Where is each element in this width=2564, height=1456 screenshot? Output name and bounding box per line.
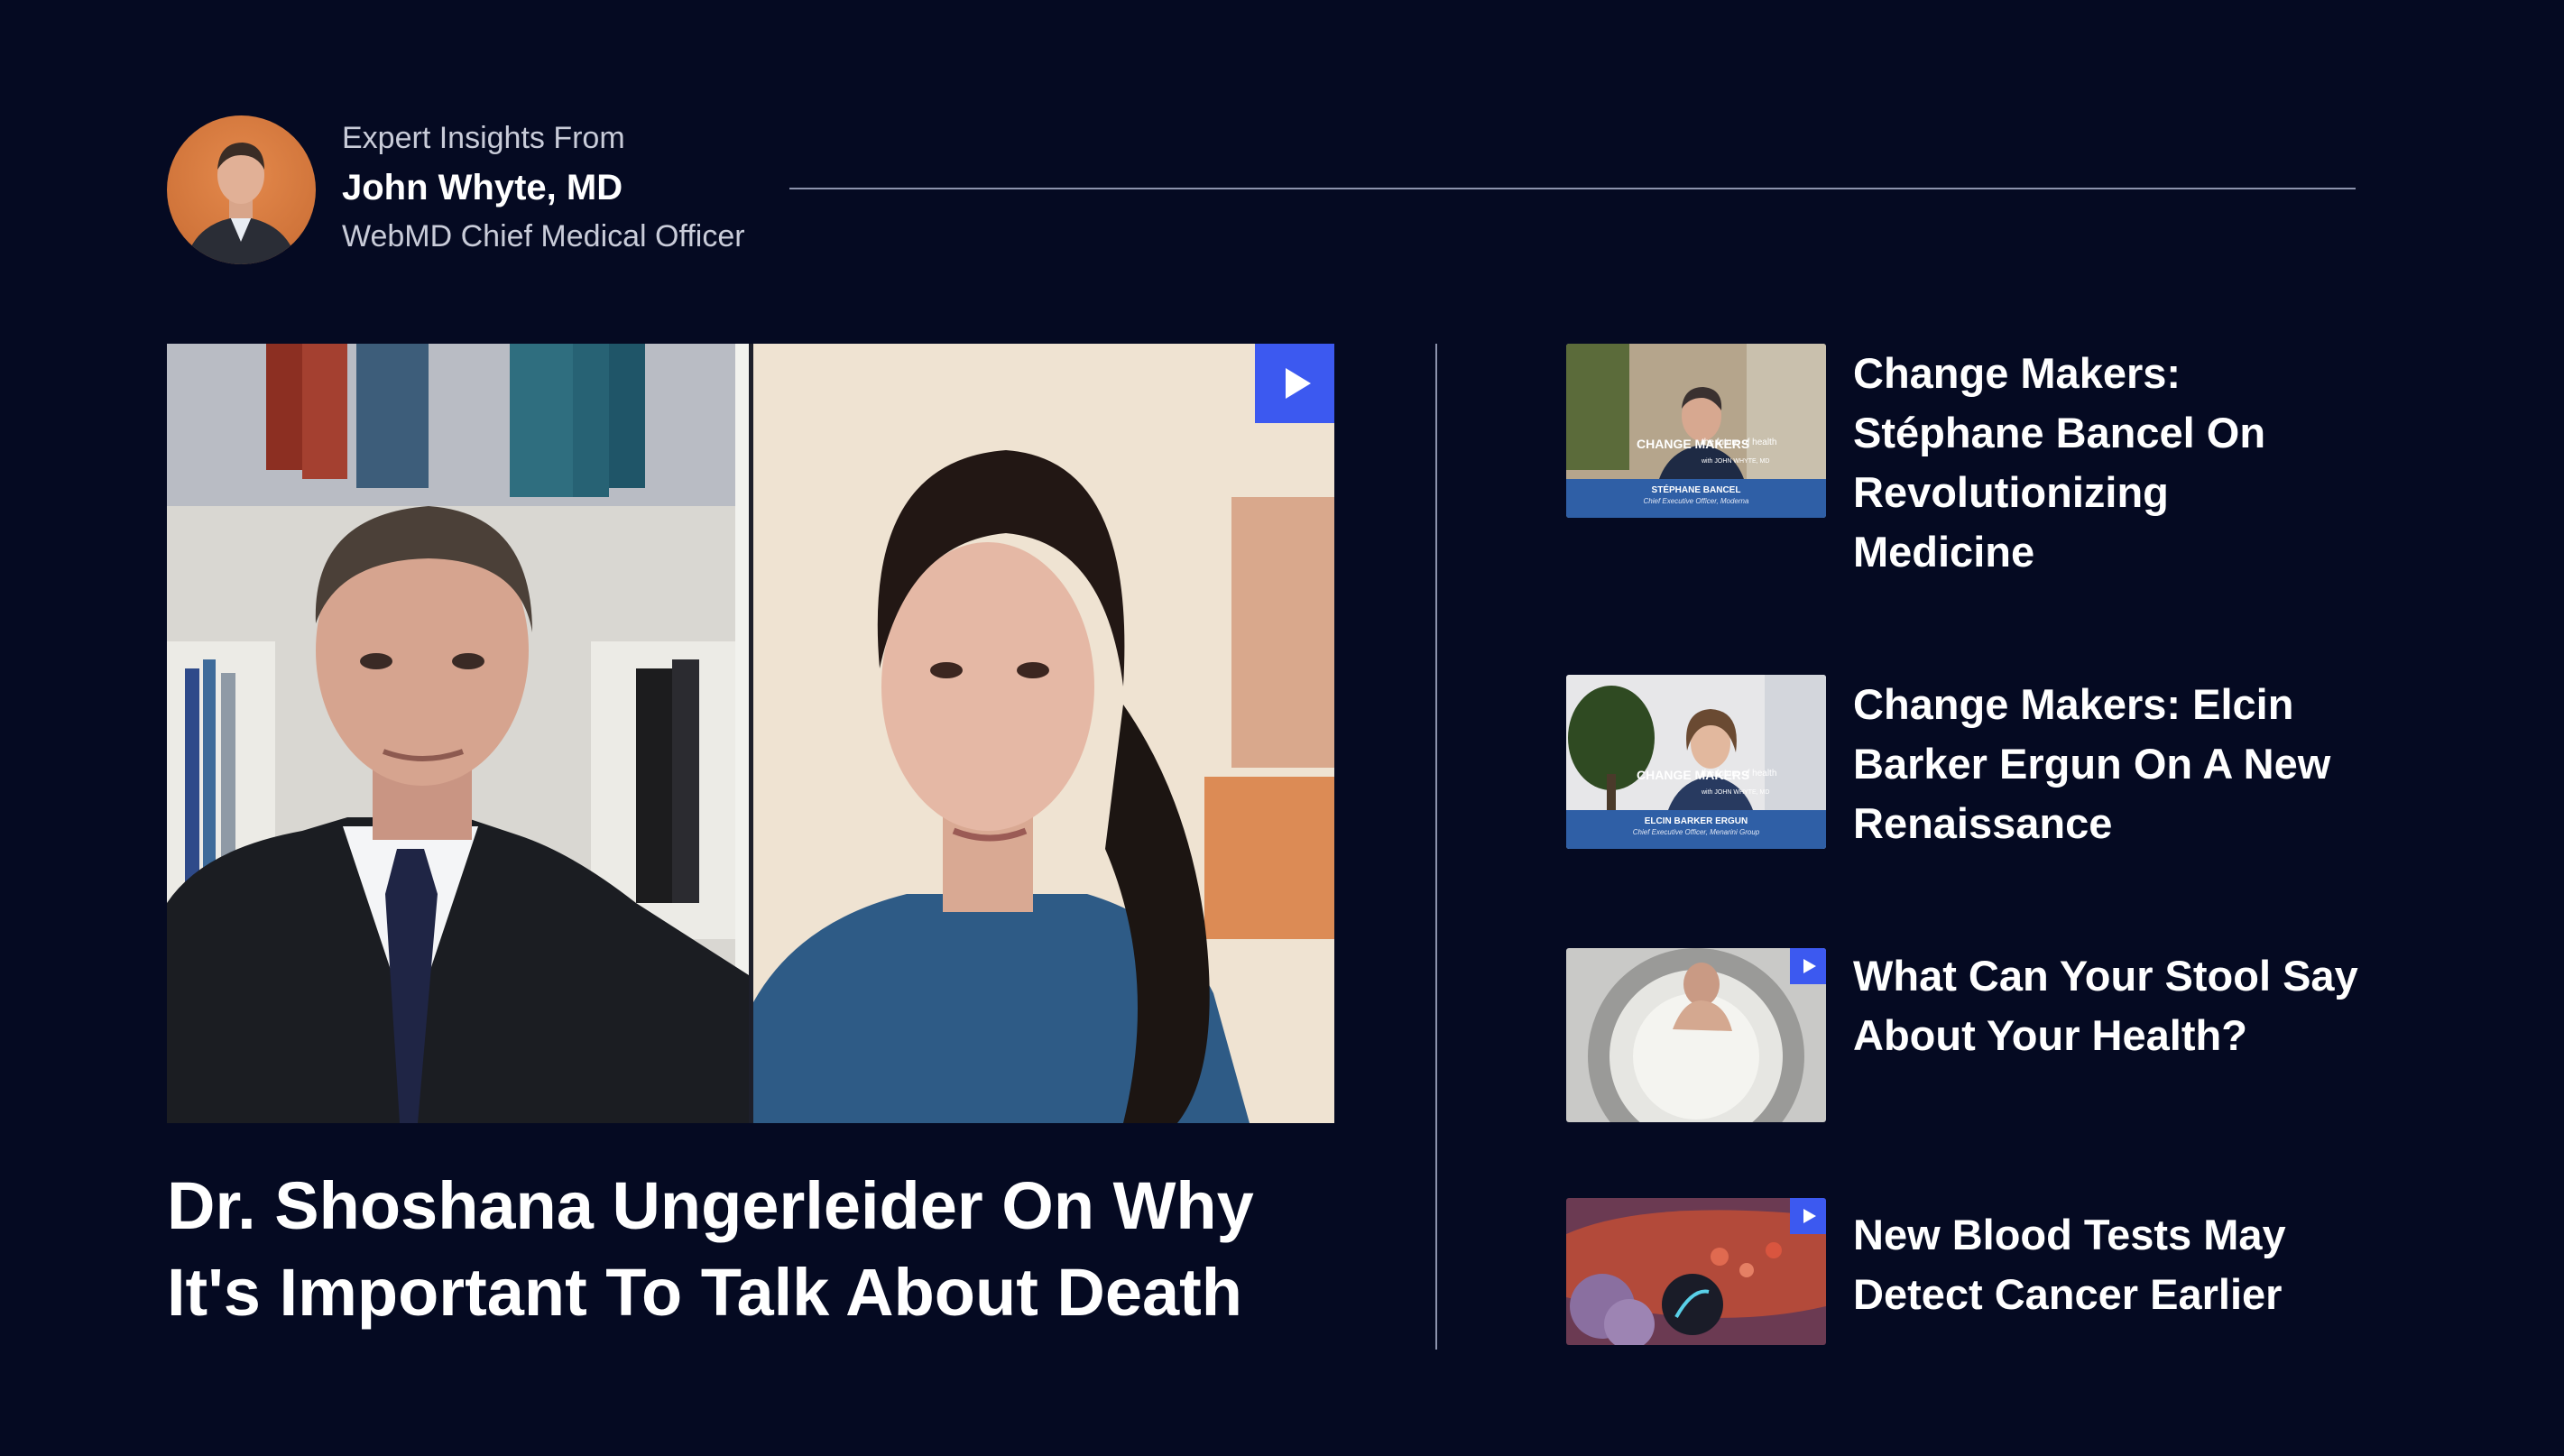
thumb-badge-host: with JOHN WHYTE, MD [1702, 458, 1770, 465]
related-video-thumbnail[interactable]: CHANGE MAKERS the future of health with … [1566, 344, 1826, 518]
thumb-image-stool [1566, 948, 1826, 1122]
related-video-item[interactable]: CHANGE MAKERS the future of health with … [1566, 675, 2378, 873]
featured-play-button[interactable] [1255, 344, 1334, 423]
related-video-item[interactable]: CHANGE MAKERS the future of health with … [1566, 344, 2378, 605]
related-video-thumbnail[interactable] [1566, 1198, 1826, 1345]
play-icon [1286, 368, 1311, 399]
thumb-play-button[interactable] [1790, 948, 1826, 984]
related-video-title[interactable]: What Can Your Stool Say About Your Healt… [1853, 946, 2358, 1065]
thumb-subcaption: Chief Executive Officer, Menarini Group [1632, 828, 1760, 836]
play-icon [1803, 959, 1816, 973]
related-video-thumbnail[interactable]: CHANGE MAKERS the future of health with … [1566, 675, 1826, 849]
related-video-item[interactable]: What Can Your Stool Say About Your Healt… [1566, 948, 2378, 1122]
related-video-thumbnail[interactable] [1566, 948, 1826, 1122]
thumb-caption: ELCIN BARKER ERGUN [1644, 816, 1748, 826]
featured-video-card: Dr. Shoshana Ungerleider On Why It's Imp… [167, 344, 1334, 1336]
related-video-item[interactable]: New Blood Tests May Detect Cancer Earlie… [1566, 1198, 2378, 1347]
thumb-badge-host: with JOHN WHYTE, MD [1702, 789, 1770, 796]
expert-avatar[interactable] [167, 115, 316, 264]
thumb-badge-sub: the future of health [1702, 769, 1777, 779]
featured-video-thumbnail[interactable] [167, 344, 1334, 1123]
featured-video-title[interactable]: Dr. Shoshana Ungerleider On Why It's Imp… [167, 1163, 1334, 1336]
related-video-title[interactable]: Change Makers: Elcin Barker Ergun On A N… [1853, 675, 2358, 853]
header-divider [789, 188, 2356, 189]
thumb-play-button[interactable] [1790, 1198, 1826, 1234]
thumb-subcaption: Chief Executive Officer, Moderna [1643, 497, 1749, 505]
column-divider [1435, 344, 1437, 1350]
related-video-title[interactable]: Change Makers: Stéphane Bancel On Revolu… [1853, 344, 2358, 582]
expert-pre-label: Expert Insights From [342, 121, 625, 155]
expert-avatar-image [185, 143, 298, 264]
thumb-caption: STÉPHANE BANCEL [1651, 485, 1741, 495]
expert-role: WebMD Chief Medical Officer [342, 219, 745, 253]
expert-header: Expert Insights From John Whyte, MD WebM… [167, 115, 2359, 267]
expert-name[interactable]: John Whyte, MD [342, 168, 623, 208]
thumb-badge-sub: the future of health [1702, 438, 1777, 447]
play-icon [1803, 1209, 1816, 1223]
featured-video-frame [167, 344, 1334, 1123]
related-video-title[interactable]: New Blood Tests May Detect Cancer Earlie… [1853, 1205, 2358, 1324]
thumb-image-blood-test [1566, 1198, 1826, 1345]
